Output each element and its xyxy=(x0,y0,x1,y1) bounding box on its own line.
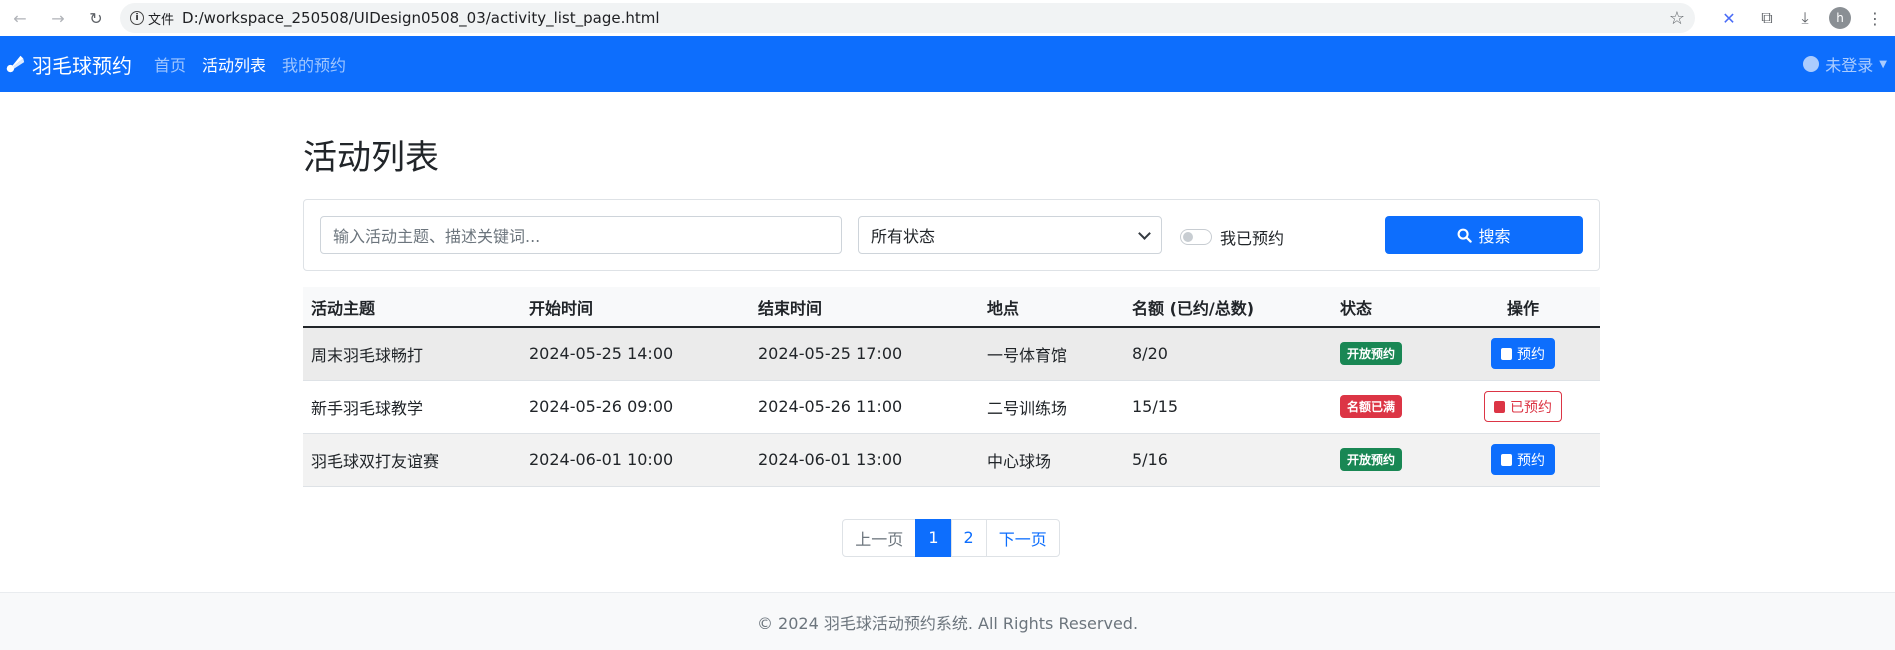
cell-quota: 15/15 xyxy=(1124,380,1332,434)
address-bar[interactable]: i 文件 D:/workspace_250508/UIDesign0508_03… xyxy=(120,3,1695,33)
search-icon xyxy=(1458,228,1473,243)
bookmark-star-icon[interactable]: ☆ xyxy=(1669,8,1685,29)
cell-action: 已预约 xyxy=(1446,380,1600,434)
calendar-icon xyxy=(1501,453,1512,466)
book-button-label: 预约 xyxy=(1517,452,1545,469)
back-arrow-icon[interactable]: ← xyxy=(6,4,34,32)
col-header-start: 开始时间 xyxy=(521,287,750,328)
cell-end: 2024-05-25 17:00 xyxy=(750,327,979,381)
my-bookings-switch-group: 我已预约 xyxy=(1180,225,1284,249)
cell-title: 新手羽毛球教学 xyxy=(303,380,521,434)
book-button[interactable]: 预约 xyxy=(1491,444,1555,475)
user-menu[interactable]: 未登录 ▼ xyxy=(1803,52,1887,76)
menu-dots-icon[interactable]: ⋮ xyxy=(1861,4,1889,32)
user-label: 未登录 xyxy=(1825,56,1874,75)
next-page-button[interactable]: 下一页 xyxy=(985,518,1060,557)
extension-x-icon[interactable]: ✕ xyxy=(1715,4,1743,32)
user-circle-icon xyxy=(1803,56,1820,72)
col-header-title: 活动主题 xyxy=(303,287,521,328)
booked-button[interactable]: 已预约 xyxy=(1484,391,1562,422)
footer: © 2024 羽毛球活动预约系统. All Rights Reserved. xyxy=(0,592,1895,650)
table-row: 羽毛球双打友谊赛 2024-06-01 10:00 2024-06-01 13:… xyxy=(303,433,1600,487)
col-header-status: 状态 xyxy=(1332,287,1446,328)
top-navbar: 羽毛球预约 首页 活动列表 我的预约 未登录 ▼ xyxy=(0,36,1895,92)
cell-start: 2024-05-25 14:00 xyxy=(521,327,750,381)
switch-knob xyxy=(1183,232,1193,242)
activity-table: 活动主题 开始时间 结束时间 地点 名额 (已约/总数) 状态 操作 周末羽毛球… xyxy=(303,287,1600,487)
cell-status: 名额已满 xyxy=(1332,380,1446,434)
nav-links: 首页 活动列表 我的预约 xyxy=(146,52,354,76)
cell-location: 中心球场 xyxy=(979,433,1124,487)
calendar-icon xyxy=(1494,400,1505,413)
my-bookings-switch[interactable] xyxy=(1180,229,1212,245)
nav-my-bookings[interactable]: 我的预约 xyxy=(274,52,354,76)
page-title: 活动列表 xyxy=(303,138,439,178)
cell-status: 开放预约 xyxy=(1332,433,1446,487)
status-badge: 开放预约 xyxy=(1340,448,1403,471)
my-bookings-switch-label[interactable]: 我已预约 xyxy=(1220,225,1284,249)
cell-start: 2024-06-01 10:00 xyxy=(521,433,750,487)
col-header-action: 操作 xyxy=(1446,287,1600,328)
cell-action: 预约 xyxy=(1446,327,1600,381)
cell-title: 周末羽毛球畅打 xyxy=(303,327,521,381)
brand-name: 羽毛球预约 xyxy=(32,53,132,78)
cell-action: 预约 xyxy=(1446,433,1600,487)
cell-quota: 5/16 xyxy=(1124,433,1332,487)
nav-home[interactable]: 首页 xyxy=(146,52,194,76)
book-button[interactable]: 预约 xyxy=(1491,338,1555,370)
pagination: 上一页 1 2 下一页 xyxy=(303,518,1600,557)
page-1-button[interactable]: 1 xyxy=(915,518,952,557)
url-text[interactable]: D:/workspace_250508/UIDesign0508_03/acti… xyxy=(182,9,660,27)
profile-avatar[interactable]: h xyxy=(1829,7,1851,29)
col-header-location: 地点 xyxy=(979,287,1124,328)
cell-quota: 8/20 xyxy=(1124,327,1332,381)
booked-button-label: 已预约 xyxy=(1510,399,1552,416)
status-select-value: 所有状态 xyxy=(871,227,936,246)
status-badge: 开放预约 xyxy=(1340,342,1403,366)
status-select[interactable]: 所有状态 xyxy=(858,216,1162,254)
table-row: 周末羽毛球畅打 2024-05-25 14:00 2024-05-25 17:0… xyxy=(303,327,1600,381)
table-header-row: 活动主题 开始时间 结束时间 地点 名额 (已约/总数) 状态 操作 xyxy=(303,287,1600,328)
book-button-label: 预约 xyxy=(1517,346,1545,363)
forward-arrow-icon[interactable]: → xyxy=(44,4,72,32)
browser-toolbar: ← → ↻ i 文件 D:/workspace_250508/UIDesign0… xyxy=(0,0,1895,36)
reload-icon[interactable]: ↻ xyxy=(82,4,110,32)
prev-page-button[interactable]: 上一页 xyxy=(842,518,917,557)
caret-down-icon: ▼ xyxy=(1879,58,1887,70)
col-header-end: 结束时间 xyxy=(750,287,979,328)
site-info-label: 文件 xyxy=(148,12,175,28)
cell-status: 开放预约 xyxy=(1332,327,1446,381)
table-row: 新手羽毛球教学 2024-05-26 09:00 2024-05-26 11:0… xyxy=(303,380,1600,434)
cell-end: 2024-05-26 11:00 xyxy=(750,380,979,434)
cell-end: 2024-06-01 13:00 xyxy=(750,433,979,487)
search-card: 输入活动主题、描述关键词... 所有状态 我已预约 搜索 xyxy=(303,199,1600,271)
search-button[interactable]: 搜索 xyxy=(1385,216,1583,254)
shuttlecock-icon xyxy=(6,55,25,73)
info-icon: i xyxy=(130,11,144,25)
status-badge: 名额已满 xyxy=(1340,395,1403,418)
main-content: 活动列表 输入活动主题、描述关键词... 所有状态 我已预约 搜索 活动主题 开… xyxy=(303,92,1600,557)
nav-activity-list[interactable]: 活动列表 xyxy=(194,52,274,76)
site-info[interactable]: i 文件 xyxy=(130,9,174,28)
cell-location: 一号体育馆 xyxy=(979,327,1124,381)
cell-start: 2024-05-26 09:00 xyxy=(521,380,750,434)
puzzle-extensions-icon[interactable]: ⧉ xyxy=(1753,4,1781,32)
cell-location: 二号训练场 xyxy=(979,380,1124,434)
col-header-quota: 名额 (已约/总数) xyxy=(1124,287,1332,328)
search-button-label: 搜索 xyxy=(1478,227,1511,246)
calendar-icon xyxy=(1501,347,1512,360)
brand[interactable]: 羽毛球预约 xyxy=(4,50,132,79)
search-input[interactable]: 输入活动主题、描述关键词... xyxy=(320,216,842,254)
page-2-button[interactable]: 2 xyxy=(950,518,987,557)
chevron-down-icon xyxy=(1138,226,1151,240)
cell-title: 羽毛球双打友谊赛 xyxy=(303,433,521,487)
download-icon[interactable]: ⤓ xyxy=(1791,4,1819,32)
